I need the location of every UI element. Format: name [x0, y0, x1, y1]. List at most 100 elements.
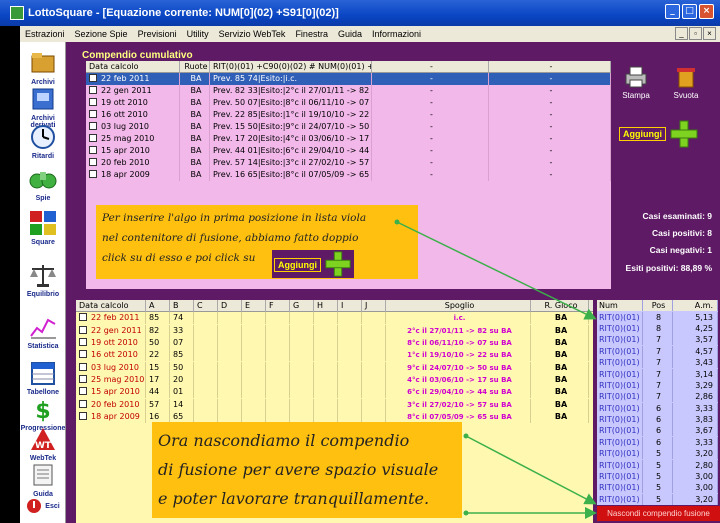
list-item[interactable]: RIT(0)(01) ...63,67 [597, 425, 718, 437]
col-f[interactable]: F [266, 300, 290, 312]
menu-servizio-webtek[interactable]: Servizio WebTek [214, 29, 291, 39]
col-a[interactable]: A [146, 300, 170, 312]
maximize-button[interactable]: □ [682, 4, 697, 19]
table-row[interactable]: 20 feb 2010 57 14 3°c il 27/02/10 -> 57 su … [76, 398, 593, 411]
row-checkbox[interactable] [79, 350, 87, 359]
col-pos[interactable]: Pos [643, 300, 673, 312]
menu-previsioni[interactable]: Previsioni [133, 29, 182, 39]
row-checkbox[interactable] [89, 110, 97, 118]
col-h[interactable]: H [314, 300, 338, 312]
col-b[interactable]: B [170, 300, 194, 312]
col-data-calcolo[interactable]: Data calcolo [86, 61, 180, 73]
col-j[interactable]: J [362, 300, 386, 312]
col-data-calcolo[interactable]: Data calcolo [76, 300, 146, 312]
menu-informazioni[interactable]: Informazioni [367, 29, 426, 39]
menu-guida[interactable]: Guida [333, 29, 367, 39]
tool-statistica[interactable]: Statistica [20, 314, 66, 350]
tool-square[interactable]: Square [20, 210, 66, 246]
row-checkbox[interactable] [89, 122, 97, 130]
tool-webtek[interactable]: WT WebTek [20, 426, 66, 462]
tool-guida[interactable]: Guida [20, 462, 66, 498]
list-item[interactable]: RIT(0)(01) ...73,57 [597, 334, 718, 346]
table-row[interactable]: 25 mag 2010 17 20 4°c il 03/06/10 -> 17 su … [76, 373, 593, 386]
tool-esci[interactable]: Esci [20, 498, 66, 514]
table-row[interactable]: 25 mag 2010 BA Prev. 17 20|Esito:|4°c il… [86, 133, 611, 145]
list-item[interactable]: RIT(0)(01) ...73,29 [597, 379, 718, 391]
list-item[interactable]: RIT(0)(01) ...63,83 [597, 414, 718, 426]
mdi-close-button[interactable]: × [703, 27, 716, 40]
aggiungi-button[interactable]: Aggiungi [619, 127, 666, 141]
col-d[interactable]: D [218, 300, 242, 312]
table-row[interactable]: 22 gen 2011 BA Prev. 82 33|Esito:|2°c il… [86, 85, 611, 97]
add-plus-icon[interactable] [669, 119, 699, 149]
list-item[interactable]: RIT(0)(01) ...73,43 [597, 357, 718, 369]
col-ruote[interactable]: Ruote [180, 61, 210, 73]
col-num[interactable]: Num [597, 300, 643, 312]
list-item[interactable]: RIT(0)(01) ...63,33 [597, 436, 718, 448]
list-item[interactable]: RIT(0)(01) ...53,00 [597, 471, 718, 483]
mdi-minimize-button[interactable]: _ [675, 27, 688, 40]
table-row[interactable]: 16 ott 2010 BA Prev. 22 85|Esito:|1°c il… [86, 109, 611, 121]
col-extra-1[interactable]: - [372, 61, 489, 73]
row-checkbox[interactable] [89, 158, 97, 166]
col-r-gioco[interactable]: R. Gioco [531, 300, 589, 312]
table-row[interactable]: 22 gen 2011 82 33 2°c il 27/01/11 -> 82 su … [76, 324, 593, 337]
menu-estrazioni[interactable]: Estrazioni [20, 29, 70, 39]
table-row[interactable]: 19 ott 2010 BA Prev. 50 07|Esito:|8°c il… [86, 97, 611, 109]
table-row[interactable]: 03 lug 2010 15 50 9°c il 24/07/10 -> 50 su … [76, 361, 593, 374]
row-checkbox[interactable] [79, 374, 87, 383]
col-extra-2[interactable]: - [489, 61, 611, 73]
row-checkbox[interactable] [89, 170, 97, 178]
col-formula[interactable]: RIT(0)(01) +C90(0)(02) # NUM(0)(01) +RIT… [210, 61, 372, 73]
row-checkbox[interactable] [79, 387, 87, 396]
col-g[interactable]: G [290, 300, 314, 312]
col-e[interactable]: E [242, 300, 266, 312]
row-checkbox[interactable] [89, 146, 97, 154]
menu-sezione-spie[interactable]: Sezione Spie [70, 29, 133, 39]
col-spoglio[interactable]: Spoglio [386, 300, 531, 312]
col-i[interactable]: I [338, 300, 362, 312]
row-checkbox[interactable] [79, 325, 87, 334]
minimize-button[interactable]: _ [665, 4, 680, 19]
tool-ritardi[interactable]: Ritardi [20, 124, 66, 160]
list-item[interactable]: RIT(0)(01) ...84,25 [597, 322, 718, 334]
table-row[interactable]: 18 apr 2009 BA Prev. 16 65|Esito:|8°c il… [86, 169, 611, 181]
col-c[interactable]: C [194, 300, 218, 312]
table-row[interactable]: 20 feb 2010 BA Prev. 57 14|Esito:|3°c il… [86, 157, 611, 169]
menu-finestra[interactable]: Finestra [290, 29, 333, 39]
svuota-button[interactable]: Svuota [669, 65, 703, 100]
row-checkbox[interactable] [79, 338, 87, 347]
table-row[interactable]: 19 ott 2010 50 07 8°c il 06/11/10 -> 07 su … [76, 337, 593, 350]
row-checkbox[interactable] [89, 86, 97, 94]
stampa-button[interactable]: Stampa [619, 65, 653, 100]
table-row[interactable]: 22 feb 2011 BA Prev. 85 74|Esito:|i.c. -… [86, 73, 611, 85]
tool-archivi-derivati[interactable]: Archivi derivati [20, 86, 66, 129]
list-item[interactable]: RIT(0)(01) ...74,57 [597, 345, 718, 357]
list-item[interactable]: RIT(0)(01) ...53,00 [597, 482, 718, 494]
row-checkbox[interactable] [89, 98, 97, 106]
tool-tabellone[interactable]: Tabellone [20, 360, 66, 396]
list-item[interactable]: RIT(0)(01) ...63,33 [597, 402, 718, 414]
mdi-restore-button[interactable]: ▫ [689, 27, 702, 40]
row-checkbox[interactable] [89, 134, 97, 142]
table-row[interactable]: 15 apr 2010 44 01 6°c il 29/04/10 -> 44 su … [76, 386, 593, 399]
list-item[interactable]: RIT(0)(01) ...72,86 [597, 391, 718, 403]
table-row[interactable]: 03 lug 2010 BA Prev. 15 50|Esito:|9°c il… [86, 121, 611, 133]
tool-archivi[interactable]: Archivi [20, 50, 66, 86]
tool-equilibrio[interactable]: Equilibrio [20, 262, 66, 298]
col-am[interactable]: A.m. [673, 300, 718, 312]
list-item[interactable]: RIT(0)(01) ...53,20 [597, 493, 718, 505]
list-item[interactable]: RIT(0)(01) ...52,80 [597, 459, 718, 471]
nascondi-compendio-button[interactable]: Nascondi compendio fusione [597, 506, 720, 521]
row-checkbox[interactable] [79, 411, 87, 420]
table-row[interactable]: 15 apr 2010 BA Prev. 44 01|Esito:|6°c il… [86, 145, 611, 157]
table-row[interactable]: 22 feb 2011 85 74 i.c. BA [76, 312, 593, 325]
row-checkbox[interactable] [79, 399, 87, 408]
menu-utility[interactable]: Utility [182, 29, 214, 39]
list-item[interactable]: RIT(0)(01) ...53,20 [597, 448, 718, 460]
tool-spie[interactable]: Spie [20, 166, 66, 202]
row-checkbox[interactable] [79, 362, 87, 371]
row-checkbox[interactable] [79, 313, 87, 322]
row-checkbox[interactable] [89, 74, 97, 82]
close-button[interactable]: × [699, 4, 714, 19]
